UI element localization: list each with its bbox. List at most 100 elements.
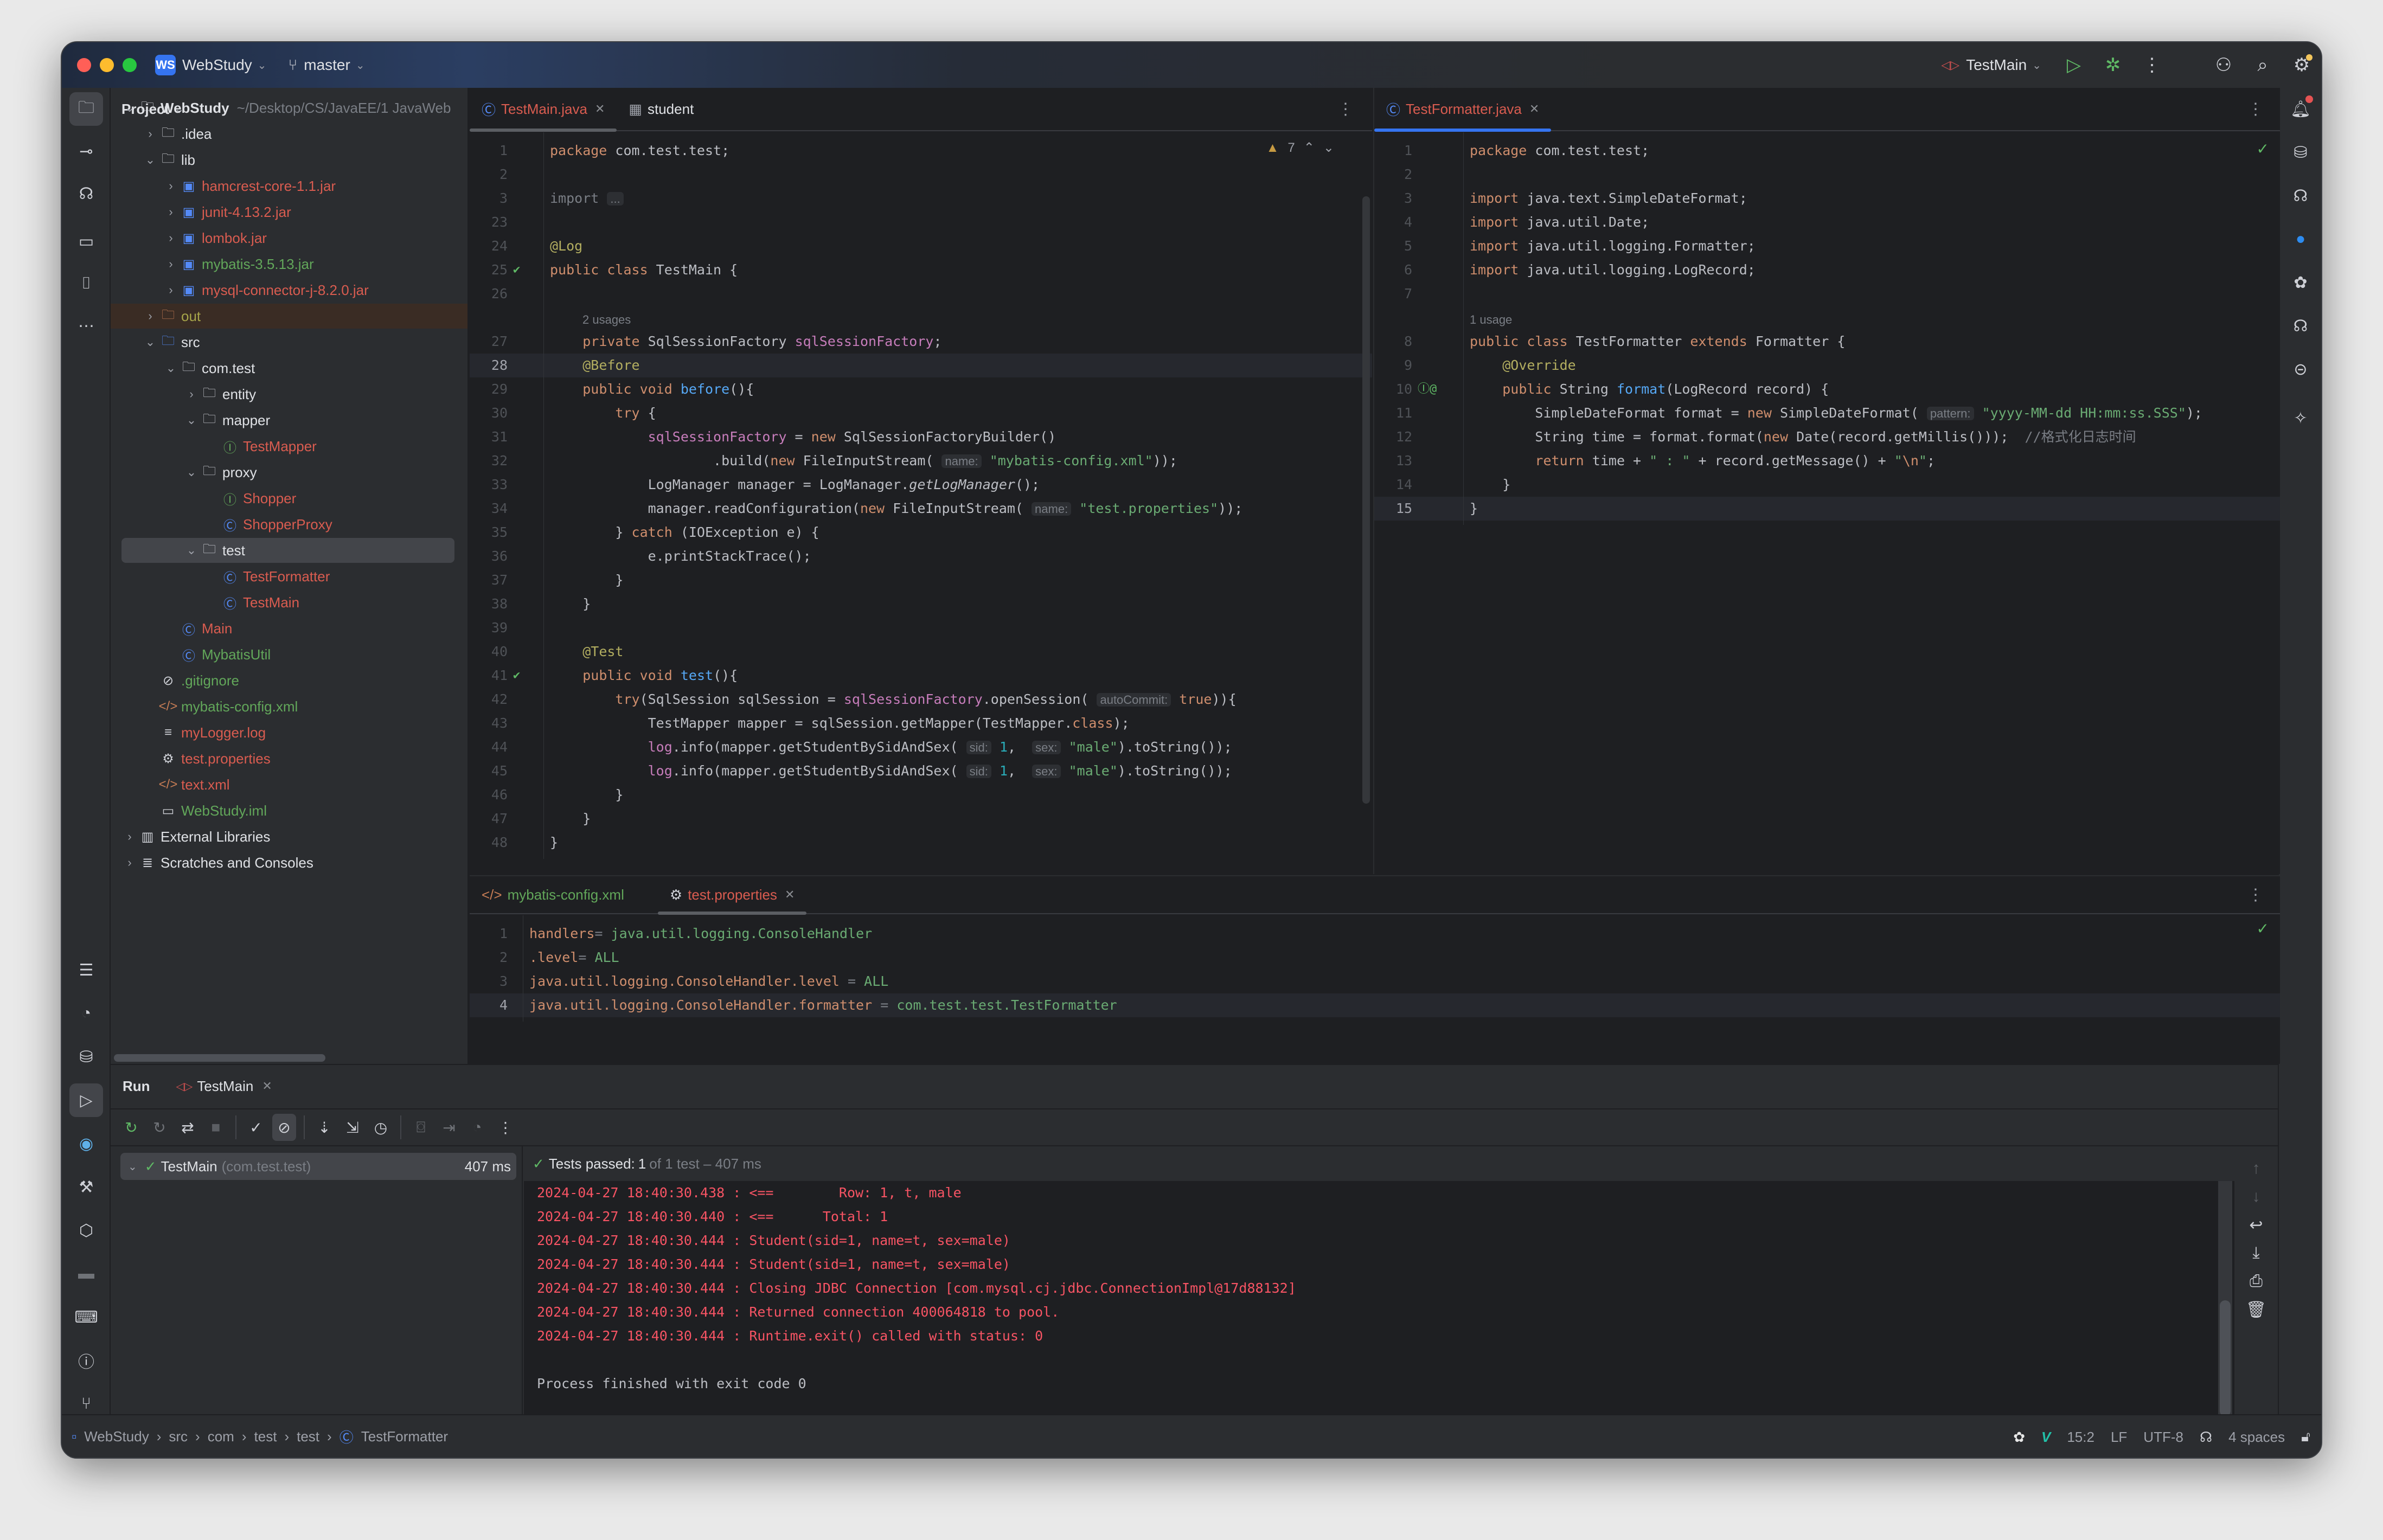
- more-icon[interactable]: ⋮: [2132, 42, 2171, 88]
- plugin-icon[interactable]: ◉: [69, 1127, 103, 1160]
- tree-item[interactable]: › ≣ Scratches and Consoles: [111, 850, 467, 875]
- tree-item[interactable]: Ⓘ Shopper: [111, 486, 467, 511]
- tree-item[interactable]: ⌄ 🗀 com.test: [111, 356, 467, 381]
- inspection-widget[interactable]: ▲ 7 ⌃ ⌄: [1266, 140, 1334, 156]
- collapse-icon[interactable]: ⇲: [341, 1114, 364, 1141]
- chevron-right-icon[interactable]: ›: [121, 856, 138, 870]
- tree-item[interactable]: Ⓒ Main: [111, 616, 467, 641]
- chatgpt-icon[interactable]: ✿: [2013, 1429, 2025, 1446]
- indent-setting[interactable]: 4 spaces: [2228, 1429, 2285, 1446]
- run-icon[interactable]: ▷: [2054, 42, 2093, 88]
- tree-item[interactable]: Ⓒ TestFormatter: [111, 564, 467, 589]
- chevron-down-icon[interactable]: ⌄: [142, 153, 158, 167]
- chevron-right-icon[interactable]: ›: [183, 387, 200, 401]
- close-window-button[interactable]: [77, 58, 91, 72]
- chevron-down-icon[interactable]: ⌄: [183, 413, 200, 427]
- search-icon[interactable]: ⌕: [2243, 42, 2282, 88]
- chevron-right-icon[interactable]: ›: [121, 830, 138, 844]
- chatgpt-icon[interactable]: ✿: [2284, 266, 2317, 299]
- breadcrumb-item[interactable]: com: [208, 1428, 234, 1445]
- breadcrumb-item[interactable]: WebStudy: [84, 1428, 149, 1445]
- coverage-icon[interactable]: ◔: [465, 1114, 489, 1141]
- tab-testmain-java[interactable]: Ⓒ TestMain.java ✕: [470, 88, 617, 132]
- tab-student[interactable]: ▦ student: [617, 88, 706, 131]
- tab-test-properties[interactable]: ⚙ test.properties ✕: [657, 876, 807, 915]
- tree-item[interactable]: › ▣ lombok.jar: [111, 226, 467, 251]
- minimize-window-button[interactable]: [100, 58, 114, 72]
- settings-icon[interactable]: ⚙: [2282, 42, 2321, 88]
- chevron-right-icon[interactable]: ›: [163, 205, 179, 219]
- editor-testformatter[interactable]: Ⓒ TestFormatter.java ✕ ⋮ ✓ 1 package com.te…: [1373, 88, 2280, 874]
- unlock-icon[interactable]: 🔓︎: [2301, 1428, 2310, 1446]
- services-icon[interactable]: ⬡: [69, 1214, 103, 1247]
- tree-item[interactable]: › ▥ External Libraries: [111, 824, 467, 849]
- tree-item[interactable]: </> mybatis-config.xml: [111, 694, 467, 719]
- sort-icon[interactable]: ⇣: [312, 1114, 336, 1141]
- usage-hint[interactable]: 2 usages: [582, 308, 631, 332]
- tree-item[interactable]: › 🗀 entity: [111, 382, 467, 407]
- chevron-right-icon[interactable]: ›: [163, 283, 179, 297]
- toggle-auto-test-icon[interactable]: ⇄: [176, 1114, 200, 1141]
- tree-item[interactable]: </> text.xml: [111, 772, 467, 797]
- chevron-down-icon[interactable]: ⌄: [183, 543, 200, 557]
- stop-icon[interactable]: ■: [204, 1114, 228, 1141]
- tree-item[interactable]: › ▣ mysql-connector-j-8.2.0.jar: [111, 278, 467, 303]
- tab-mybatis-config-xml[interactable]: </> mybatis-config.xml: [470, 876, 636, 914]
- terminal-alt-icon[interactable]: ▬: [69, 1257, 103, 1291]
- chevron-right-icon[interactable]: ›: [163, 257, 179, 271]
- commit-icon[interactable]: ⊸: [69, 134, 103, 168]
- tree-item[interactable]: › ▣ hamcrest-core-1.1.jar: [111, 174, 467, 198]
- tree-item[interactable]: ⚙ test.properties: [111, 746, 467, 771]
- chevron-down-icon[interactable]: ⌄: [163, 361, 179, 375]
- file-encoding[interactable]: UTF-8: [2143, 1429, 2183, 1446]
- close-tab-icon[interactable]: ✕: [1529, 102, 1539, 116]
- run-tool-icon[interactable]: ▷: [69, 1083, 103, 1117]
- run-test-gutter-icon[interactable]: ✔: [513, 664, 520, 688]
- chevron-down-icon[interactable]: ⌄: [183, 465, 200, 479]
- terminal-icon[interactable]: ⌨: [69, 1300, 103, 1334]
- import-icon[interactable]: ⇥: [437, 1114, 461, 1141]
- rerun-icon[interactable]: ↻: [119, 1114, 143, 1141]
- tree-item[interactable]: ⌄ 🗀 lib: [111, 147, 467, 172]
- tab-testmain-run[interactable]: TestMain: [197, 1078, 253, 1095]
- tree-item[interactable]: ⌄ 🗀 test: [121, 538, 454, 563]
- more-icon[interactable]: ⋮: [494, 1114, 517, 1141]
- tree-item[interactable]: › 🗀 out: [111, 304, 467, 329]
- branch-selector[interactable]: master: [304, 56, 350, 74]
- add-user-icon[interactable]: ⚇: [2204, 42, 2243, 88]
- breadcrumb-item[interactable]: TestFormatter: [361, 1428, 448, 1445]
- tree-item[interactable]: ⌄ 🗀 src: [111, 330, 467, 355]
- tree-item[interactable]: ⌄ 🗀 mapper: [111, 408, 467, 433]
- editor-testmain[interactable]: Ⓒ TestMain.java ✕ ▦ student ⋮ ▲ 7 ⌃ ⌄ 1 package…: [470, 88, 1372, 874]
- prev-issue-icon[interactable]: ⌃: [1304, 140, 1315, 156]
- run-test-gutter-icon[interactable]: ✔: [513, 258, 520, 282]
- vim-icon[interactable]: V: [2041, 1429, 2051, 1446]
- database-icon[interactable]: ⛁: [2284, 136, 2317, 169]
- chevron-right-icon[interactable]: ›: [142, 309, 158, 323]
- tree-root[interactable]: ⌄ 🗀 WebStudy ~/Desktop/CS/JavaEE/1 JavaWeb: [111, 95, 467, 120]
- notifications-icon[interactable]: 🔔︎: [2284, 92, 2317, 126]
- rerun-failed-icon[interactable]: ↻: [148, 1114, 171, 1141]
- chevron-right-icon[interactable]: ›: [163, 231, 179, 245]
- tree-item[interactable]: ▭ WebStudy.iml: [111, 798, 467, 823]
- breadcrumb-item[interactable]: src: [169, 1428, 188, 1445]
- copilot-status-icon[interactable]: ☊: [2200, 1429, 2212, 1446]
- horizontal-scrollbar[interactable]: [114, 1054, 325, 1062]
- copilot-icon[interactable]: ☊: [2284, 179, 2317, 213]
- show-passed-icon[interactable]: ✓: [244, 1114, 268, 1141]
- vertical-scrollbar[interactable]: [1362, 196, 1370, 804]
- tree-item[interactable]: Ⓘ TestMapper: [111, 434, 467, 459]
- tree-item[interactable]: ≡ myLogger.log: [111, 720, 467, 745]
- line-ending[interactable]: LF: [2111, 1429, 2127, 1446]
- structure-icon[interactable]: ▭: [69, 224, 103, 258]
- endpoints-icon[interactable]: ⊝: [2284, 352, 2317, 386]
- tree-item[interactable]: ⌄ 🗀 proxy: [111, 460, 467, 485]
- database-changes-icon[interactable]: ⛁: [69, 1040, 103, 1074]
- tree-item[interactable]: Ⓒ TestMain: [111, 590, 467, 615]
- camera-icon[interactable]: ⌼: [409, 1114, 433, 1141]
- console-output[interactable]: ✓ Tests passed: 1 of 1 test – 407 ms 202…: [524, 1146, 2278, 1416]
- project-tool-icon[interactable]: 🗀: [69, 92, 103, 126]
- chevron-down-icon[interactable]: ⌄: [142, 335, 158, 349]
- tree-item[interactable]: ⊘ .gitignore: [111, 668, 467, 693]
- problems-icon[interactable]: ⓘ: [69, 1344, 103, 1377]
